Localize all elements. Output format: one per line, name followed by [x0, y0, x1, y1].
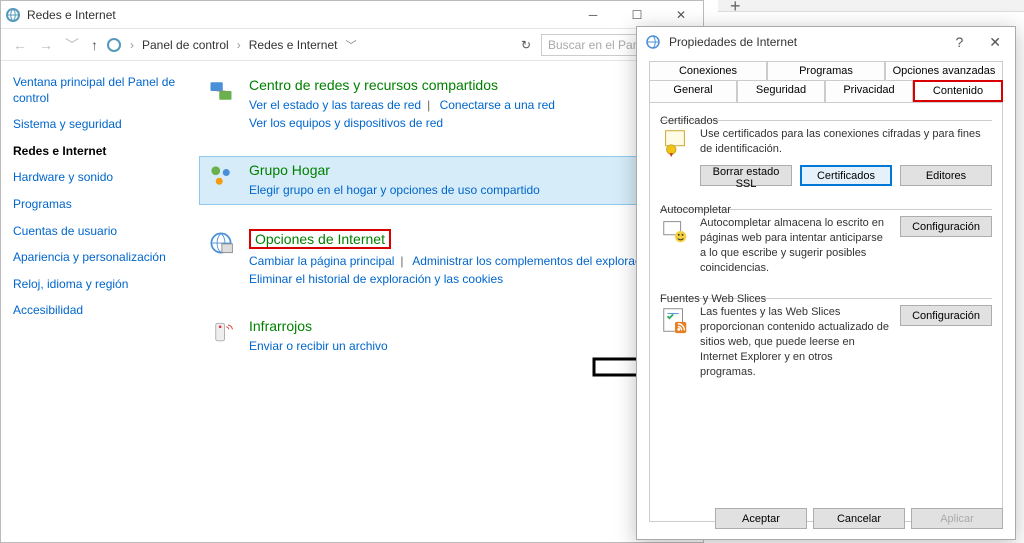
tab-group: Conexiones Programas Opciones avanzadas …	[649, 61, 1003, 102]
category-homegroup[interactable]: Grupo Hogar Elegir grupo en el hogar y o…	[199, 156, 685, 205]
close-button[interactable]: ✕	[975, 27, 1015, 57]
help-button[interactable]: ?	[943, 34, 975, 50]
dialog-footer: Aceptar Cancelar Aplicar	[715, 508, 1003, 529]
tab-programas[interactable]: Programas	[767, 61, 885, 80]
titlebar: Redes e Internet ─ ☐ ✕	[1, 1, 703, 29]
back-button[interactable]: ←	[9, 37, 31, 53]
crumb-dropdown[interactable]: ﹀	[341, 37, 360, 53]
up-button[interactable]: ↑	[87, 37, 102, 53]
refresh-button[interactable]: ↻	[515, 38, 537, 52]
dialog-title: Propiedades de Internet	[669, 35, 797, 49]
sidebar-item-active[interactable]: Redes e Internet	[13, 144, 183, 160]
tab-conexiones[interactable]: Conexiones	[649, 61, 767, 80]
clear-ssl-button[interactable]: Borrar estado SSL	[700, 165, 792, 186]
tab-avanzadas[interactable]: Opciones avanzadas	[885, 61, 1003, 80]
internet-options-icon	[207, 229, 235, 257]
sublink[interactable]: Eliminar el historial de exploración y l…	[249, 272, 503, 286]
sidebar-item[interactable]: Hardware y sonido	[13, 170, 183, 186]
feeds-icon	[660, 305, 690, 335]
maximize-button[interactable]: ☐	[615, 1, 659, 29]
ok-button[interactable]: Aceptar	[715, 508, 807, 529]
sidebar-item[interactable]: Sistema y seguridad	[13, 117, 183, 133]
category-title[interactable]: Centro de redes y recursos compartidos	[249, 77, 555, 93]
sublink[interactable]: Cambiar la página principal	[249, 254, 394, 268]
category-title[interactable]: Opciones de Internet	[249, 229, 391, 249]
category-title[interactable]: Grupo Hogar	[249, 162, 540, 178]
category-network-center: Centro de redes y recursos compartidos V…	[199, 71, 685, 138]
autocomplete-icon	[660, 216, 690, 246]
sidebar-item[interactable]: Apariencia y personalización	[13, 250, 183, 266]
sublink[interactable]: Enviar o recibir un archivo	[249, 339, 388, 353]
certificates-group: Certificados Use certificados para las c…	[660, 111, 992, 186]
sublink[interactable]: Ver el estado y las tareas de red	[249, 98, 421, 112]
autocomplete-group: Autocompletar Autocompletar almacena lo …	[660, 200, 992, 275]
tab-contenido[interactable]: Contenido	[913, 80, 1003, 102]
feeds-settings-button[interactable]: Configuración	[900, 305, 992, 326]
sidebar-item[interactable]: Programas	[13, 197, 183, 213]
tab-privacidad[interactable]: Privacidad	[825, 80, 913, 102]
breadcrumb-current[interactable]: Redes e Internet	[249, 38, 338, 52]
apply-button[interactable]: Aplicar	[911, 508, 1003, 529]
group-label: Fuentes y Web Slices	[660, 293, 766, 305]
sublink[interactable]: Conectarse a una red	[440, 98, 555, 112]
network-center-icon	[207, 77, 235, 105]
control-panel-window: Redes e Internet ─ ☐ ✕ ← → ﹀ ↑ › Panel d…	[0, 0, 704, 543]
crumb-sep: ›	[237, 38, 241, 52]
dialog-titlebar: Propiedades de Internet ? ✕	[637, 27, 1015, 57]
sublink[interactable]: Elegir grupo en el hogar y opciones de u…	[249, 183, 540, 197]
nav-toolbar: ← → ﹀ ↑ › Panel de control › Redes e Int…	[1, 29, 703, 61]
forward-button[interactable]: →	[35, 37, 57, 53]
new-tab-plus[interactable]: +	[730, 0, 741, 17]
sidebar-item[interactable]: Cuentas de usuario	[13, 224, 183, 240]
minimize-button[interactable]: ─	[571, 1, 615, 29]
autocomplete-settings-button[interactable]: Configuración	[900, 216, 992, 237]
feeds-text: Las fuentes y las Web Slices proporciona…	[700, 305, 890, 379]
cp-icon	[106, 37, 122, 53]
homegroup-icon	[207, 162, 235, 190]
sidebar-item[interactable]: Ventana principal del Panel de control	[13, 75, 183, 106]
internet-properties-dialog: Propiedades de Internet ? ✕ Conexiones P…	[636, 26, 1016, 540]
certificates-button[interactable]: Certificados	[800, 165, 892, 186]
close-button[interactable]: ✕	[659, 1, 703, 29]
group-label: Certificados	[660, 115, 718, 127]
group-label: Autocompletar	[660, 204, 731, 216]
sidebar-item[interactable]: Reloj, idioma y región	[13, 277, 183, 293]
cancel-button[interactable]: Cancelar	[813, 508, 905, 529]
network-icon	[5, 7, 21, 23]
internet-icon	[645, 34, 661, 50]
tab-seguridad[interactable]: Seguridad	[737, 80, 825, 102]
feeds-group: Fuentes y Web Slices Las fuentes y las W…	[660, 289, 992, 379]
tab-content: Certificados Use certificados para las c…	[649, 102, 1003, 522]
tab-general[interactable]: General	[649, 80, 737, 102]
sublink[interactable]: Ver los equipos y dispositivos de red	[249, 116, 443, 130]
category-internet-options: Opciones de Internet Cambiar la página p…	[199, 223, 685, 294]
cert-text: Use certificados para las conexiones cif…	[700, 127, 992, 157]
main-content: Centro de redes y recursos compartidos V…	[195, 61, 703, 542]
breadcrumb-root[interactable]: Panel de control	[142, 38, 229, 52]
infrared-icon	[207, 318, 235, 346]
window-title: Redes e Internet	[27, 8, 116, 22]
category-title[interactable]: Infrarrojos	[249, 318, 388, 334]
crumb-sep: ›	[130, 38, 134, 52]
sublink[interactable]: Administrar los complementos del explora…	[412, 254, 652, 268]
sidebar-item[interactable]: Accesibilidad	[13, 303, 183, 319]
sidebar: Ventana principal del Panel de control S…	[1, 61, 195, 542]
recent-dropdown[interactable]: ﹀	[61, 35, 83, 55]
publishers-button[interactable]: Editores	[900, 165, 992, 186]
certificate-icon	[660, 127, 690, 157]
auto-text: Autocompletar almacena lo escrito en pág…	[700, 216, 890, 275]
